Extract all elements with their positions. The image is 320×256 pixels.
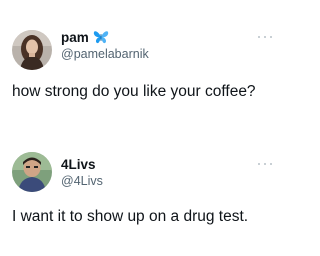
display-name[interactable]: 4Livs [61,157,96,173]
display-name[interactable]: pam [61,30,89,46]
tweet-reply[interactable]: 4Livs @4Livs I want it to show up on a d… [0,130,282,256]
avatar-4livs[interactable] [12,152,52,192]
handle[interactable]: @4Livs [61,174,103,189]
tweet-text: how strong do you like your coffee? [12,83,256,100]
handle[interactable]: @pamelabarnik [61,47,149,62]
tweet-original[interactable]: pam @pamelabarnik how strong do you like… [0,0,282,130]
avatar-pam[interactable] [12,30,52,70]
tweet-text: I want it to show up on a drug test. [12,208,249,225]
avatar-image [12,30,52,70]
butterfly-icon [93,29,109,45]
more-options-icon[interactable] [258,161,272,167]
avatar-image [12,152,52,192]
more-options-icon[interactable] [258,34,272,40]
